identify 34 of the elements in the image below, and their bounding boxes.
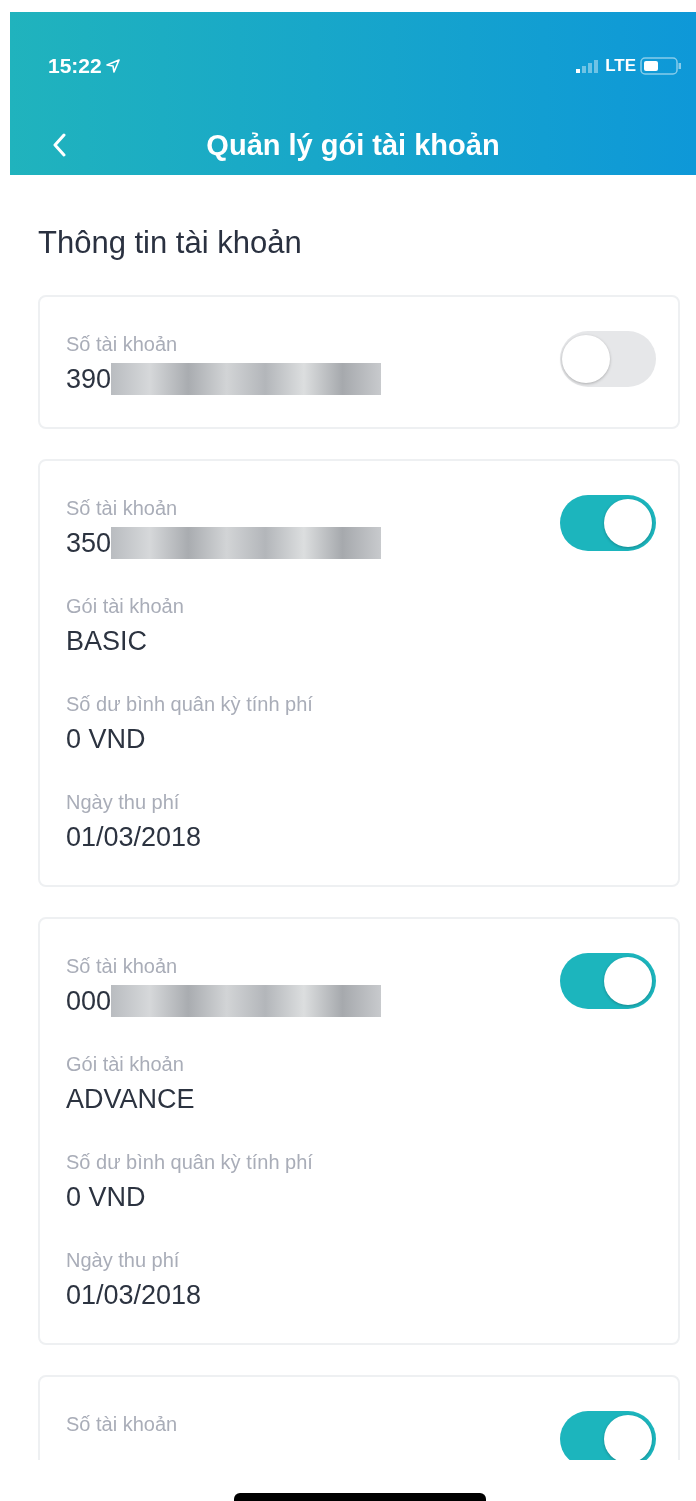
- toggle-knob: [562, 335, 610, 383]
- field-value: 0 VND: [66, 723, 147, 756]
- toggle-switch[interactable]: [560, 331, 656, 387]
- toggle-knob: [604, 1415, 652, 1460]
- field-label: Gói tài khoản: [66, 594, 185, 619]
- section-title: Thông tin tài khoản: [38, 225, 303, 261]
- toggle-switch[interactable]: [560, 495, 656, 551]
- field-label: Gói tài khoản: [66, 1052, 185, 1077]
- field-label: Số tài khoản: [66, 1412, 178, 1437]
- location-arrow-icon: [105, 58, 120, 73]
- account-number: 390: [66, 363, 112, 396]
- toggle-knob: [604, 499, 652, 547]
- field-value: 01/03/2018: [66, 1279, 203, 1312]
- field-value: ADVANCE: [66, 1083, 196, 1116]
- field-label: Số tài khoản: [66, 496, 179, 521]
- toggle-knob: [604, 957, 652, 1005]
- field-value: 01/03/2018: [66, 821, 203, 854]
- field-label: Số dư bình quân kỳ tính phí: [66, 1150, 314, 1175]
- account-number: 350: [66, 527, 112, 560]
- field-value: 0 VND: [66, 1181, 147, 1214]
- network-label: LTE: [605, 55, 636, 77]
- field-label: Số tài khoản: [66, 954, 179, 979]
- toggle-switch[interactable]: [560, 953, 656, 1009]
- battery-icon: [640, 56, 682, 75]
- field-label: Ngày thu phí: [66, 790, 181, 815]
- field-label: Số tài khoản: [66, 332, 179, 357]
- field-label: Số dư bình quân kỳ tính phí: [66, 692, 314, 717]
- field-value: BASIC: [66, 625, 149, 658]
- field-label: Ngày thu phí: [66, 1248, 181, 1273]
- toggle-switch[interactable]: [560, 1411, 656, 1460]
- back-chevron-icon: [52, 133, 66, 158]
- screen-title: Quản lý gói tài khoản: [206, 127, 500, 163]
- account-number: 000: [66, 985, 112, 1018]
- status-time: 15:22: [48, 53, 102, 79]
